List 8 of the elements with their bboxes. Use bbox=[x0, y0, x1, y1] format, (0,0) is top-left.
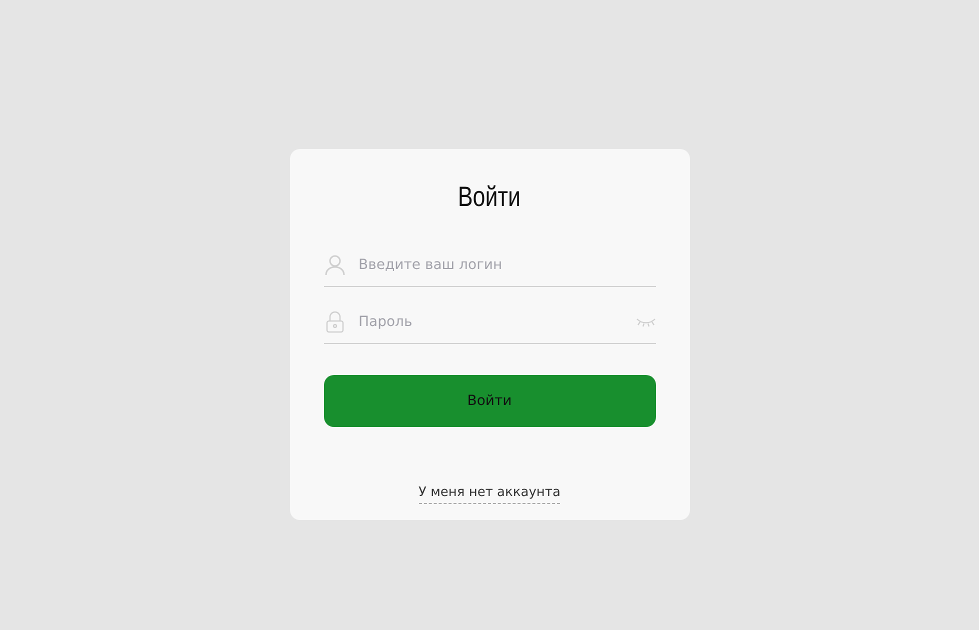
user-icon bbox=[324, 254, 346, 276]
login-button[interactable]: Войти bbox=[324, 375, 656, 427]
register-link[interactable]: У меня нет аккаунта bbox=[418, 485, 560, 504]
closed-eye-icon[interactable] bbox=[636, 316, 656, 326]
lock-icon bbox=[324, 310, 346, 332]
form-title: Войти bbox=[458, 180, 521, 214]
password-field[interactable]: Пароль bbox=[358, 314, 622, 330]
login-field[interactable]: Введите ваш логин bbox=[358, 256, 656, 272]
